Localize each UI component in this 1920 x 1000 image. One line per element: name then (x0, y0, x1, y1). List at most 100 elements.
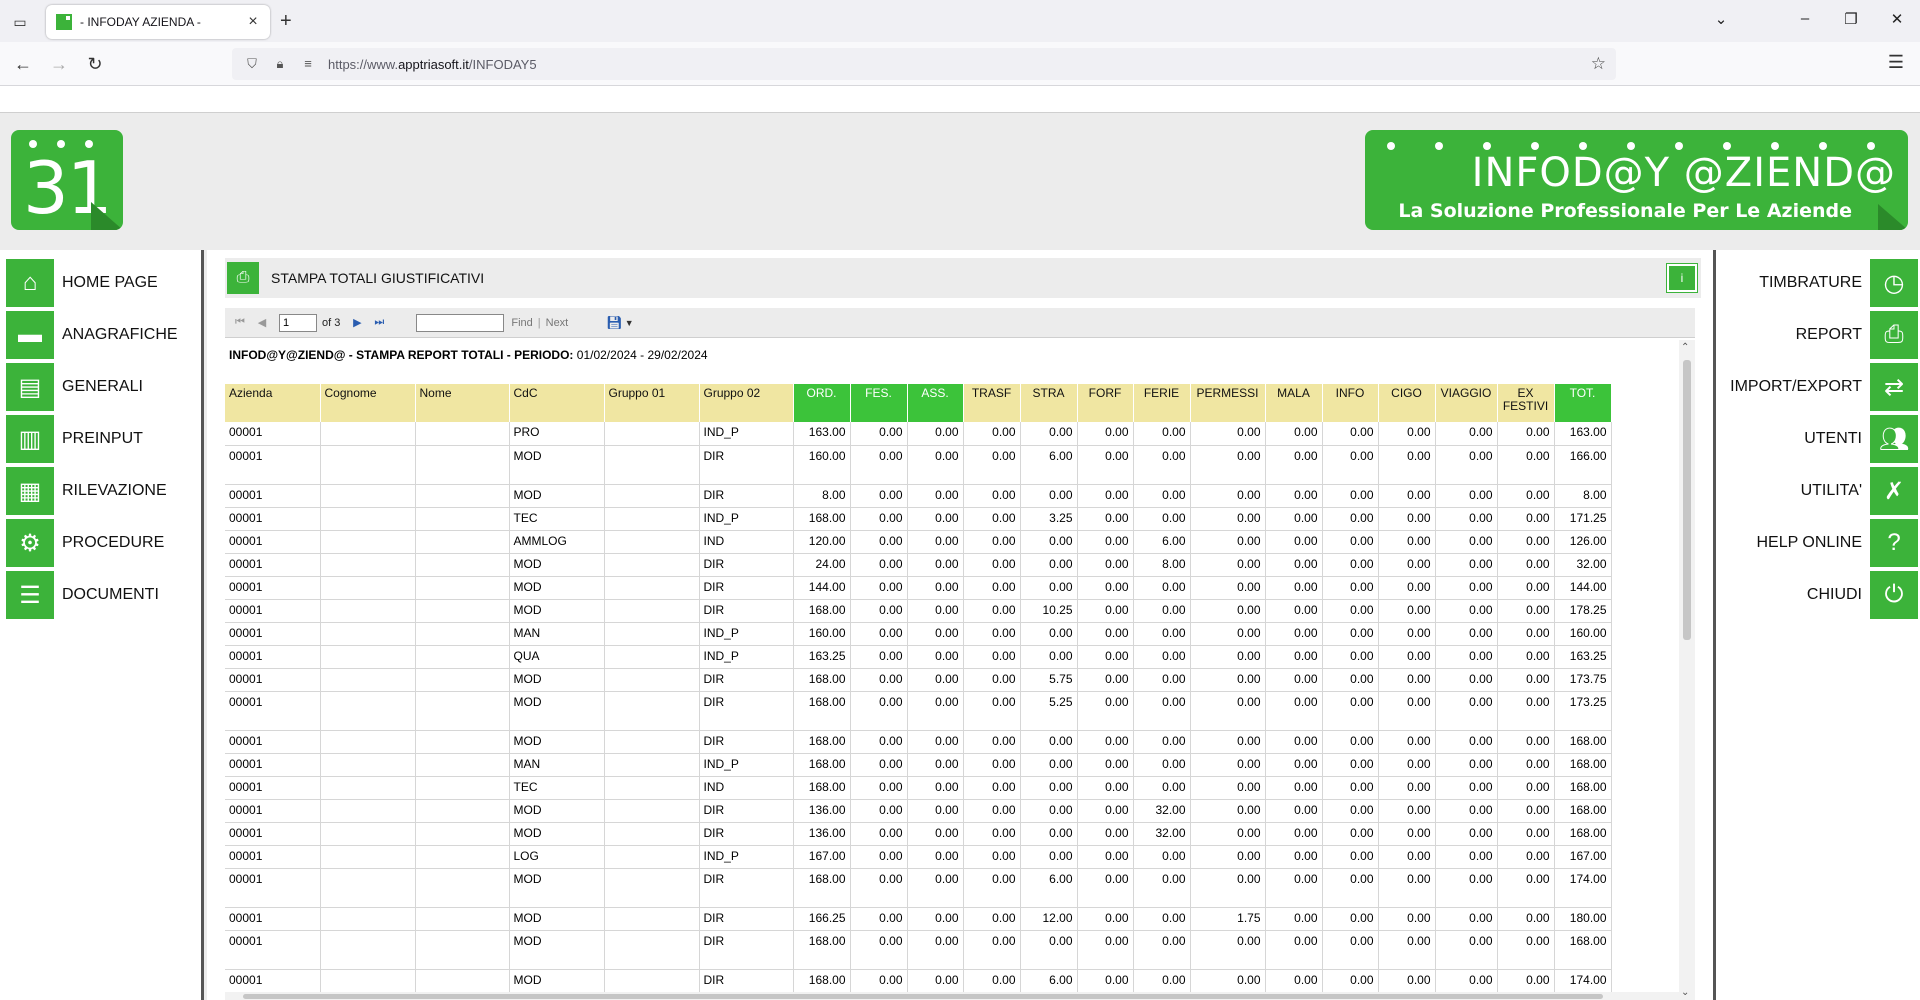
table-cell: 0.00 (1378, 691, 1436, 731)
previous-page-icon[interactable]: ◀ (251, 316, 273, 329)
menu-label: IMPORT/EXPORT (1730, 378, 1862, 395)
find-input[interactable] (416, 313, 505, 332)
table-cell: 0.00 (1435, 645, 1498, 669)
table-cell: 174.00 (1554, 969, 1612, 993)
menu-generali[interactable]: ▤ GENERALI (6, 362, 196, 412)
table-cell (415, 691, 510, 731)
permissions-icon[interactable]: ≡ (300, 56, 316, 72)
scrollbar-thumb[interactable] (1683, 360, 1691, 640)
next-page-icon[interactable]: ▶ (346, 316, 368, 329)
forward-icon[interactable]: → (46, 52, 72, 78)
find-next-link[interactable]: Next (546, 317, 569, 329)
menu-label: DOCUMENTI (62, 586, 159, 603)
table-row: 00001 MAN IND_P 160.00 0.00 0.00 0.00 0.00 0.00 0… (225, 622, 1612, 646)
table-row: 00001 MOD DIR 168.00 0.00 0.00 0.00 5.25 0.00 0.0… (225, 691, 1612, 731)
table-cell (604, 445, 700, 485)
table-cell: 00001 (225, 553, 321, 577)
table-cell: MOD (509, 599, 605, 623)
calendar-logo[interactable]: 31 (11, 130, 123, 230)
table-cell: 0.00 (1378, 799, 1436, 823)
menu-timbrature[interactable]: TIMBRATURE ◷ (1718, 258, 1918, 308)
table-cell: 0.00 (1265, 445, 1323, 485)
export-dropdown-chevron-icon[interactable]: ▼ (625, 318, 634, 328)
table-cell: 6.00 (1133, 530, 1191, 554)
scroll-down-icon[interactable]: ⌄ (1681, 987, 1689, 998)
back-icon[interactable]: ← (10, 52, 36, 78)
bookmark-star-icon[interactable]: ☆ (1591, 54, 1606, 74)
table-cell: 0.00 (907, 668, 964, 692)
menu-documenti[interactable]: ☰ DOCUMENTI (6, 570, 196, 620)
table-cell: 168.00 (793, 599, 851, 623)
new-tab-icon[interactable]: + (280, 10, 292, 32)
table-cell: 0.00 (1497, 822, 1555, 846)
report-area[interactable]: INFOD@Y@ZIEND@ - STAMPA REPORT TOTALI - … (225, 340, 1695, 1000)
table-cell: 0.00 (1497, 422, 1555, 446)
menu-chiudi[interactable]: CHIUDI ⏻ (1718, 570, 1918, 620)
table-cell: 0.00 (1378, 845, 1436, 869)
table-cell: 0.00 (850, 730, 908, 754)
table-cell: 00001 (225, 969, 321, 993)
minimize-icon[interactable]: – (1790, 10, 1820, 27)
table-cell (320, 530, 416, 554)
column-header: Gruppo 01 (604, 384, 700, 422)
first-page-icon[interactable]: ⏮ (229, 316, 251, 329)
table-cell: IND_P (699, 845, 794, 869)
menu-utenti[interactable]: UTENTI 👥︎ (1718, 414, 1918, 464)
menu-anagrafiche[interactable]: ▬ ANAGRAFICHE (6, 310, 196, 360)
column-header: ASS. (907, 384, 964, 422)
table-cell: 0.00 (1133, 484, 1191, 508)
table-row: 00001 PRO IND_P 163.00 0.00 0.00 0.00 0.00 0.00 0… (225, 422, 1612, 446)
table-cell: 0.00 (1265, 645, 1323, 669)
column-header: STRA (1020, 384, 1078, 422)
table-cell: 0.00 (963, 484, 1021, 508)
table-cell (415, 668, 510, 692)
table-cell: DIR (699, 576, 794, 600)
vertical-scrollbar[interactable]: ⌃ ⌄ (1679, 340, 1695, 1000)
tab-overflow-chevron-icon[interactable]: ⌄ (1706, 10, 1736, 28)
menu-rilevazione[interactable]: ▦ RILEVAZIONE (6, 466, 196, 516)
menu-report[interactable]: REPORT ⎙ (1718, 310, 1918, 360)
table-cell: 0.00 (850, 645, 908, 669)
hamburger-menu-icon[interactable]: ☰ (1888, 52, 1904, 73)
reload-icon[interactable]: ↻ (82, 52, 108, 78)
table-cell: 0.00 (1077, 822, 1134, 846)
browser-tab[interactable]: - INFODAY AZIENDA - × (46, 5, 270, 39)
info-button[interactable]: i (1666, 263, 1698, 293)
table-cell (604, 907, 700, 931)
tab-list-icon[interactable]: ▭ (8, 10, 32, 34)
table-cell: 0.00 (1265, 730, 1323, 754)
table-cell (604, 507, 700, 531)
menu-import-export[interactable]: IMPORT/EXPORT ⇄ (1718, 362, 1918, 412)
table-cell: 0.00 (1190, 622, 1266, 646)
menu-home-page[interactable]: ⌂ HOME PAGE (6, 258, 196, 308)
page-number-input[interactable] (279, 313, 317, 332)
menu-utilita[interactable]: UTILITA' ✗ (1718, 466, 1918, 516)
scrollbar-thumb[interactable] (243, 994, 1603, 999)
menu-help-online[interactable]: HELP ONLINE ? (1718, 518, 1918, 568)
table-cell: 6.00 (1020, 445, 1078, 485)
url-bar[interactable]: ⛉ 🔒︎ ≡ https://www.apptriasoft.it/INFODA… (232, 48, 1616, 80)
menu-procedure[interactable]: ⚙ PROCEDURE (6, 518, 196, 568)
menu-preinput[interactable]: ▥ PREINPUT (6, 414, 196, 464)
column-header: PERMESSI (1190, 384, 1266, 422)
table-cell: 0.00 (1497, 668, 1555, 692)
table-cell: 126.00 (1554, 530, 1612, 554)
restore-icon[interactable]: ❐ (1836, 10, 1866, 28)
find-link[interactable]: Find (511, 317, 532, 329)
table-cell: 00001 (225, 868, 321, 908)
table-cell: 0.00 (1265, 868, 1323, 908)
table-cell (415, 930, 510, 970)
table-cell: 0.00 (1265, 930, 1323, 970)
menu-label: UTENTI (1804, 430, 1862, 447)
horizontal-scrollbar[interactable] (225, 992, 1679, 1000)
url-text[interactable]: https://www.apptriasoft.it/INFODAY5 (328, 57, 537, 72)
close-tab-icon[interactable]: × (242, 13, 264, 31)
lock-icon[interactable]: 🔒︎ (272, 56, 288, 72)
shield-icon[interactable]: ⛉ (244, 56, 260, 72)
close-window-icon[interactable]: ✕ (1882, 10, 1912, 28)
table-cell: 168.00 (1554, 730, 1612, 754)
last-page-icon[interactable]: ⏭ (368, 316, 390, 329)
scroll-up-icon[interactable]: ⌃ (1681, 342, 1689, 353)
table-cell: 168.00 (793, 691, 851, 731)
export-save-icon[interactable]: 💾︎ (606, 315, 623, 331)
